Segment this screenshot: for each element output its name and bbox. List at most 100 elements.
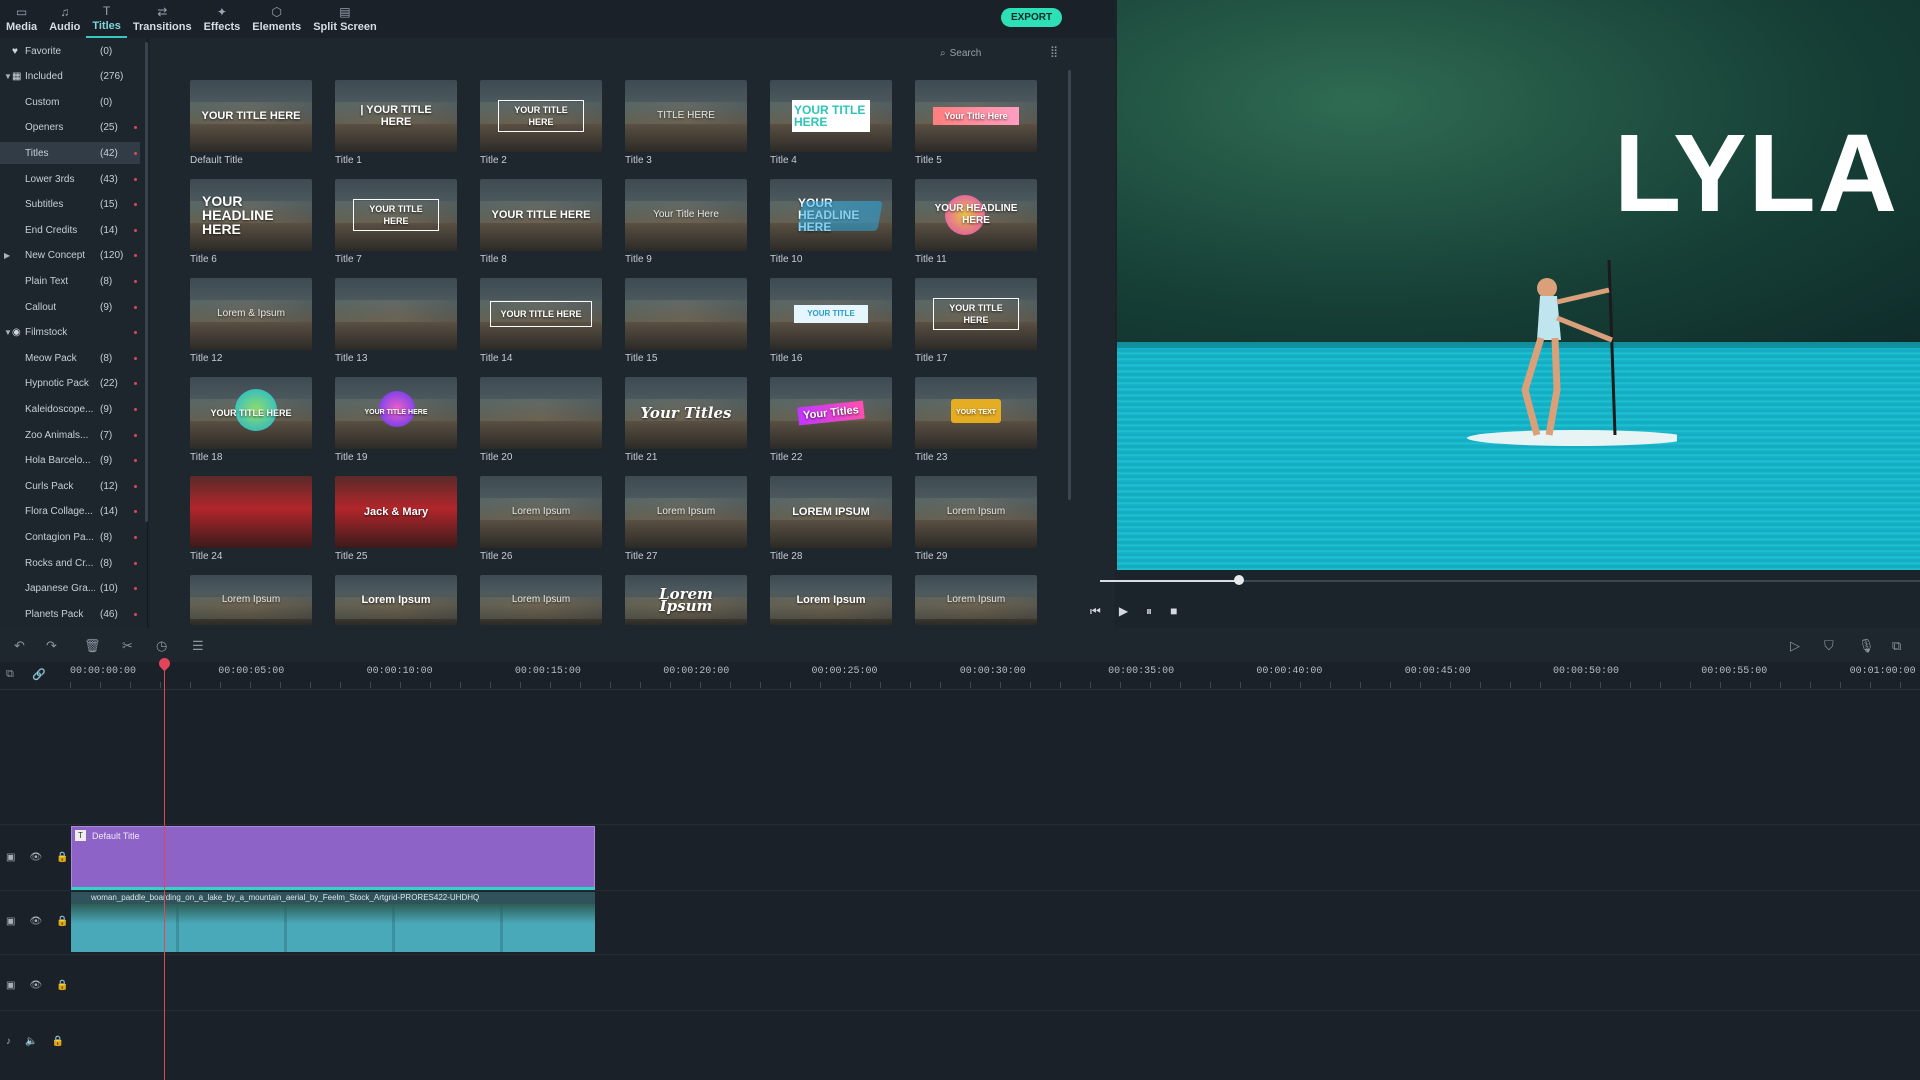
title-thumbnail[interactable]: Lorem Ipsum	[625, 476, 747, 548]
eye-icon[interactable]: 👁	[29, 852, 42, 863]
sidebar-item-japanese-gra[interactable]: Japanese Gra... (10)	[0, 578, 140, 600]
microphone-icon[interactable]: 🎙	[1858, 638, 1875, 654]
sidebar-item-callout[interactable]: Callout (9)	[0, 296, 140, 318]
title-thumbnail[interactable]	[190, 476, 312, 548]
add-track-icon[interactable]: ⧉	[6, 668, 14, 681]
preview-progress-knob[interactable]	[1234, 575, 1245, 585]
title-thumbnail[interactable]: YOUR TITLE HERE	[480, 80, 602, 152]
title-thumbnail[interactable]: | YOUR TITLE HERE	[335, 80, 457, 152]
title-thumbnail[interactable]: Your Titles	[625, 377, 747, 449]
video-clip[interactable]: woman_paddle_boarding_on_a_lake_by_a_mou…	[71, 892, 595, 952]
redo-icon[interactable]: ↷	[46, 638, 57, 654]
cut-icon[interactable]: ✂	[122, 638, 133, 654]
title-thumbnail[interactable]: Your Titles	[770, 377, 892, 449]
title-thumbnail[interactable]: Lorem Ipsum	[915, 575, 1037, 625]
duration-icon[interactable]: ◷	[156, 638, 167, 654]
timeline-ruler[interactable]: ⧉ 🔗 00:00:00:00 00:00:05:00 00:00:10:00 00:…	[0, 662, 1920, 690]
tab-media[interactable]: ▭ Media	[0, 0, 43, 38]
expand-down-icon[interactable]: ▼	[4, 328, 12, 337]
marker-icon[interactable]: ⛉	[1824, 638, 1834, 654]
sidebar-item-custom[interactable]: Custom (0)	[0, 91, 140, 113]
sidebar-item-titles[interactable]: Titles (42)	[0, 142, 140, 165]
title-thumbnail[interactable]: YOUR TITLE HERE	[335, 179, 457, 251]
sidebar-item-plain-text[interactable]: Plain Text (8)	[0, 270, 140, 292]
title-thumbnail[interactable]: Jack & Mary	[335, 476, 457, 548]
eye-icon[interactable]: 👁	[29, 980, 42, 991]
title-thumbnail[interactable]: Lorem & Ipsum	[190, 278, 312, 350]
voiceover-icon[interactable]: ⧉	[1892, 638, 1901, 654]
search-input[interactable]: ⌕ Search	[940, 44, 1040, 62]
sidebar-item-hypnotic-pack[interactable]: Hypnotic Pack (22)	[0, 373, 140, 395]
title-thumbnail[interactable]	[335, 278, 457, 350]
undo-icon[interactable]: ↶	[14, 638, 25, 654]
sidebar-item-kaleidoscope[interactable]: Kaleidoscope... (9)	[0, 398, 140, 420]
sidebar-item-included[interactable]: ▼ ▦ Included (276)	[0, 66, 140, 88]
lock-icon[interactable]: 🔒	[56, 980, 68, 991]
title-thumbnail[interactable]: Lorem Ipsum	[625, 575, 747, 625]
sidebar-item-zoo-animals[interactable]: Zoo Animals... (7)	[0, 424, 140, 446]
title-thumbnail[interactable]: YOUR HEADLINE HERE	[190, 179, 312, 251]
title-thumbnail[interactable]: YOUR TITLE HERE	[480, 179, 602, 251]
title-thumbnail[interactable]: YOUR HEADLINE HERE	[915, 179, 1037, 251]
lock-icon[interactable]: 🔒	[51, 1036, 63, 1047]
sidebar-item-meow-pack[interactable]: Meow Pack (8)	[0, 347, 140, 369]
title-thumbnail[interactable]: YOUR TITLE	[770, 278, 892, 350]
previous-frame-icon[interactable]: ⏮	[1090, 604, 1101, 619]
sidebar-item-planets-pack[interactable]: Planets Pack (46)	[0, 603, 140, 625]
grid-scrollbar[interactable]	[1068, 70, 1071, 500]
render-icon[interactable]: ▷	[1790, 638, 1800, 654]
title-thumbnail[interactable]: Lorem Ipsum	[770, 575, 892, 625]
sidebar-item-hola-barcelo[interactable]: Hola Barcelo... (9)	[0, 450, 140, 472]
tab-effects[interactable]: ✦ Effects	[198, 0, 247, 38]
title-thumbnail[interactable]: Your Title Here	[625, 179, 747, 251]
sidebar-item-contagion-pa[interactable]: Contagion Pa... (8)	[0, 526, 140, 548]
title-thumbnail[interactable]: Lorem Ipsum	[480, 476, 602, 548]
title-thumbnail[interactable]: YOUR TITLE HERE	[770, 80, 892, 152]
sidebar-item-curls-pack[interactable]: Curls Pack (12)	[0, 475, 140, 497]
title-thumbnail[interactable]: Lorem Ipsum	[480, 575, 602, 625]
sidebar-item-filmstock[interactable]: ▼ ◉ Filmstock	[0, 322, 140, 344]
expand-right-icon[interactable]: ▶	[4, 251, 10, 260]
delete-icon[interactable]: 🗑	[84, 638, 101, 654]
tab-audio[interactable]: ♫ Audio	[43, 0, 86, 38]
title-thumbnail[interactable]: YOUR TITLE HERE	[915, 278, 1037, 350]
export-button[interactable]: EXPORT	[1001, 8, 1062, 27]
eye-icon[interactable]: 👁	[29, 916, 42, 927]
title-thumbnail[interactable]: TITLE HERE	[625, 80, 747, 152]
tab-elements[interactable]: ⬡ Elements	[246, 0, 307, 38]
play-icon[interactable]: ▶	[1119, 604, 1128, 618]
tab-titles[interactable]: T Titles	[86, 0, 127, 38]
sidebar-item-flora-collage[interactable]: Flora Collage... (14)	[0, 501, 140, 523]
title-thumbnail[interactable]: Lorem Ipsum	[915, 476, 1037, 548]
title-thumbnail[interactable]: YOUR TITLE HERE	[480, 278, 602, 350]
stop-icon[interactable]: ■	[1170, 604, 1177, 618]
adjust-icon[interactable]: ☰	[192, 638, 204, 654]
speaker-icon[interactable]: 🔈	[25, 1036, 37, 1047]
sidebar-item-favorite[interactable]: ♥ Favorite (0)	[0, 40, 140, 62]
link-icon[interactable]: 🔗	[32, 668, 46, 681]
title-thumbnail[interactable]	[480, 377, 602, 449]
title-clip[interactable]: T Default Title	[71, 826, 595, 890]
sidebar-item-new-concept[interactable]: ▶ New Concept (120)	[0, 245, 140, 267]
tab-transitions[interactable]: ⇄ Transitions	[127, 0, 198, 38]
expand-down-icon[interactable]: ▼	[4, 72, 12, 81]
title-thumbnail[interactable]: YOUR TITLE HERE	[335, 377, 457, 449]
pause-icon[interactable]: ⏸	[1146, 604, 1152, 619]
sidebar-item-end-credits[interactable]: End Credits (14)	[0, 219, 140, 241]
grid-view-icon[interactable]: ⣿	[1050, 45, 1058, 58]
playhead-line[interactable]	[164, 662, 165, 1080]
title-thumbnail[interactable]: Lorem Ipsum	[335, 575, 457, 625]
tab-split-screen[interactable]: ▤ Split Screen	[307, 0, 383, 38]
title-thumbnail[interactable]: YOUR TEXT	[915, 377, 1037, 449]
title-thumbnail[interactable]	[625, 278, 747, 350]
title-thumbnail[interactable]: YOUR TITLE HERE	[190, 377, 312, 449]
lock-icon[interactable]: 🔒	[56, 852, 68, 863]
title-thumbnail[interactable]: LOREM IPSUM	[770, 476, 892, 548]
sidebar-item-subtitles[interactable]: Subtitles (15)	[0, 194, 140, 216]
lock-icon[interactable]: 🔒	[56, 916, 68, 927]
sidebar-scrollbar[interactable]	[145, 42, 148, 522]
sidebar-item-lower-3rds[interactable]: Lower 3rds (43)	[0, 168, 140, 190]
title-thumbnail[interactable]: Lorem Ipsum	[190, 575, 312, 625]
sidebar-item-rocks-and-cr[interactable]: Rocks and Cr... (8)	[0, 552, 140, 574]
sidebar-item-openers[interactable]: Openers (25)	[0, 117, 140, 139]
